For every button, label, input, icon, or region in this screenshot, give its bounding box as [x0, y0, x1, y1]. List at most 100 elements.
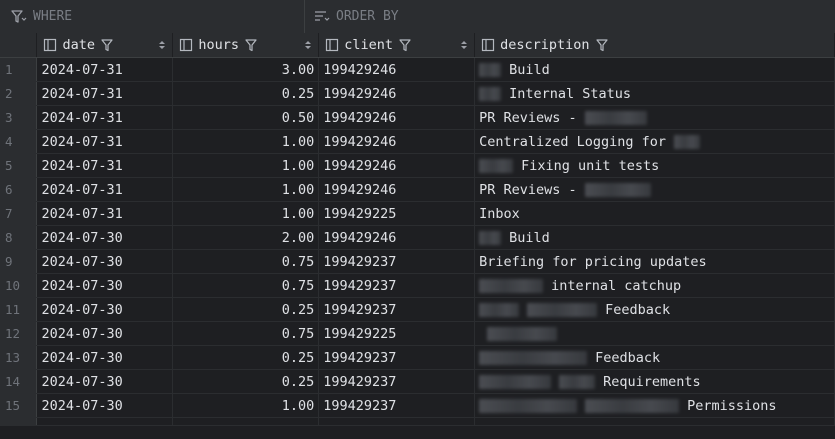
cell-date[interactable]: 2024-07-30: [36, 393, 174, 418]
cell-hours[interactable]: 0.75: [172, 249, 320, 274]
cell-client[interactable]: 199429246: [318, 105, 476, 130]
table-row[interactable]: 11 2024-07-30 0.25 199429237 Feedback: [0, 297, 835, 322]
cell-hours[interactable]: 1.00: [172, 393, 320, 418]
cell-client[interactable]: 199429246: [318, 177, 476, 202]
cell-client[interactable]: 199429246: [318, 81, 476, 106]
cell-description[interactable]: Feedback: [474, 297, 835, 322]
table-row[interactable]: 1 2024-07-31 3.00 199429246 Build: [0, 57, 835, 82]
table-row[interactable]: 3 2024-07-31 0.50 199429246 PR Reviews -: [0, 105, 835, 130]
cell-hours[interactable]: 3.00: [172, 57, 320, 82]
cell-hours[interactable]: 0.50: [172, 105, 320, 130]
column-header-description[interactable]: description: [474, 33, 835, 58]
cell-date[interactable]: 2024-07-30: [36, 369, 174, 394]
cell-client[interactable]: 199429237: [318, 249, 476, 274]
cell-hours[interactable]: 1.00: [172, 153, 320, 178]
cell-description[interactable]: Internal Status: [474, 81, 835, 106]
cell-client[interactable]: 199429237: [318, 393, 476, 418]
cell-description[interactable]: Permissions: [474, 393, 835, 418]
cell-hours[interactable]: 0.25: [172, 369, 320, 394]
order-by-filter[interactable]: [305, 0, 835, 33]
row-number[interactable]: 12: [0, 321, 38, 346]
sort-arrows-icon[interactable]: [460, 39, 468, 51]
table-row[interactable]: 4 2024-07-31 1.00 199429246 Centralized Logg…: [0, 129, 835, 154]
cell-description[interactable]: Feedback: [474, 345, 835, 370]
column-header-hours[interactable]: hours: [172, 33, 320, 58]
order-by-input[interactable]: [336, 9, 556, 24]
cell-description[interactable]: Requirements: [474, 369, 835, 394]
cell-client[interactable]: 199429246: [318, 153, 476, 178]
column-filter-icon[interactable]: [245, 38, 257, 52]
cell-client[interactable]: 199429237: [318, 369, 476, 394]
cell-date[interactable]: 2024-07-30: [36, 345, 174, 370]
table-row[interactable]: 6 2024-07-31 1.00 199429246 PR Reviews -: [0, 177, 835, 202]
row-number[interactable]: 8: [0, 225, 38, 250]
cell-date[interactable]: 2024-07-30: [36, 321, 174, 346]
row-number[interactable]: 4: [0, 129, 38, 154]
row-number[interactable]: 3: [0, 105, 38, 130]
cell-hours[interactable]: 2.00: [172, 225, 320, 250]
cell-date[interactable]: 2024-07-31: [36, 105, 174, 130]
row-number[interactable]: 15: [0, 393, 38, 418]
row-number[interactable]: 2: [0, 81, 38, 106]
where-filter[interactable]: [0, 0, 305, 33]
row-number[interactable]: 10: [0, 273, 38, 298]
table-row[interactable]: 2 2024-07-31 0.25 199429246 Internal Status: [0, 81, 835, 106]
cell-client[interactable]: 199429246: [318, 57, 476, 82]
cell-hours[interactable]: 0.25: [172, 297, 320, 322]
cell-description[interactable]: Fixing unit tests: [474, 153, 835, 178]
cell-hours[interactable]: 1.00: [172, 129, 320, 154]
table-row[interactable]: 14 2024-07-30 0.25 199429237 Requirements: [0, 369, 835, 394]
table-row[interactable]: 9 2024-07-30 0.75 199429237 Briefing for pri…: [0, 249, 835, 274]
cell-description[interactable]: [474, 321, 835, 346]
cell-client[interactable]: 199429237: [318, 273, 476, 298]
cell-hours[interactable]: 1.00: [172, 177, 320, 202]
cell-description[interactable]: internal catchup: [474, 273, 835, 298]
cell-description[interactable]: Build: [474, 57, 835, 82]
column-header-client[interactable]: client: [318, 33, 476, 58]
cell-client[interactable]: 199429246: [318, 225, 476, 250]
cell-description[interactable]: PR Reviews -: [474, 177, 835, 202]
table-row[interactable]: 5 2024-07-31 1.00 199429246 Fixing unit test…: [0, 153, 835, 178]
row-number-header[interactable]: [0, 33, 38, 58]
table-row[interactable]: 10 2024-07-30 0.75 199429237 internal catchu…: [0, 273, 835, 298]
row-number[interactable]: 11: [0, 297, 38, 322]
row-number[interactable]: 1: [0, 57, 38, 82]
table-row[interactable]: 12 2024-07-30 0.75 199429225: [0, 321, 835, 346]
column-header-date[interactable]: date: [36, 33, 174, 58]
table-row[interactable]: 13 2024-07-30 0.25 199429237 Feedback: [0, 345, 835, 370]
cell-description[interactable]: Centralized Logging for: [474, 129, 835, 154]
cell-date[interactable]: 2024-07-31: [36, 201, 174, 226]
row-number[interactable]: 9: [0, 249, 38, 274]
cell-description[interactable]: Briefing for pricing updates: [474, 249, 835, 274]
cell-date[interactable]: 2024-07-31: [36, 177, 174, 202]
sort-arrows-icon[interactable]: [304, 39, 312, 51]
cell-date[interactable]: 2024-07-30: [36, 249, 174, 274]
row-number[interactable]: 14: [0, 369, 38, 394]
cell-date[interactable]: 2024-07-30: [36, 297, 174, 322]
cell-description[interactable]: Build: [474, 225, 835, 250]
cell-date[interactable]: 2024-07-31: [36, 57, 174, 82]
column-filter-icon[interactable]: [399, 38, 411, 52]
row-number[interactable]: 6: [0, 177, 38, 202]
cell-client[interactable]: 199429237: [318, 297, 476, 322]
cell-client[interactable]: 199429225: [318, 321, 476, 346]
cell-hours[interactable]: 0.25: [172, 345, 320, 370]
row-number[interactable]: 7: [0, 201, 38, 226]
sort-arrows-icon[interactable]: [158, 39, 166, 51]
cell-date[interactable]: 2024-07-31: [36, 129, 174, 154]
column-filter-icon[interactable]: [595, 38, 608, 52]
row-number[interactable]: 13: [0, 345, 38, 370]
table-row[interactable]: 8 2024-07-30 2.00 199429246 Build: [0, 225, 835, 250]
cell-date[interactable]: 2024-07-30: [36, 273, 174, 298]
table-row[interactable]: 15 2024-07-30 1.00 199429237 Permissions: [0, 393, 835, 418]
cell-description[interactable]: PR Reviews -: [474, 105, 835, 130]
cell-client[interactable]: 199429225: [318, 201, 476, 226]
cell-date[interactable]: 2024-07-31: [36, 153, 174, 178]
cell-client[interactable]: 199429246: [318, 129, 476, 154]
cell-hours[interactable]: 0.75: [172, 273, 320, 298]
cell-description[interactable]: Inbox: [474, 201, 835, 226]
cell-date[interactable]: 2024-07-31: [36, 81, 174, 106]
cell-hours[interactable]: 1.00: [172, 201, 320, 226]
row-number[interactable]: 5: [0, 153, 38, 178]
cell-hours[interactable]: 0.75: [172, 321, 320, 346]
